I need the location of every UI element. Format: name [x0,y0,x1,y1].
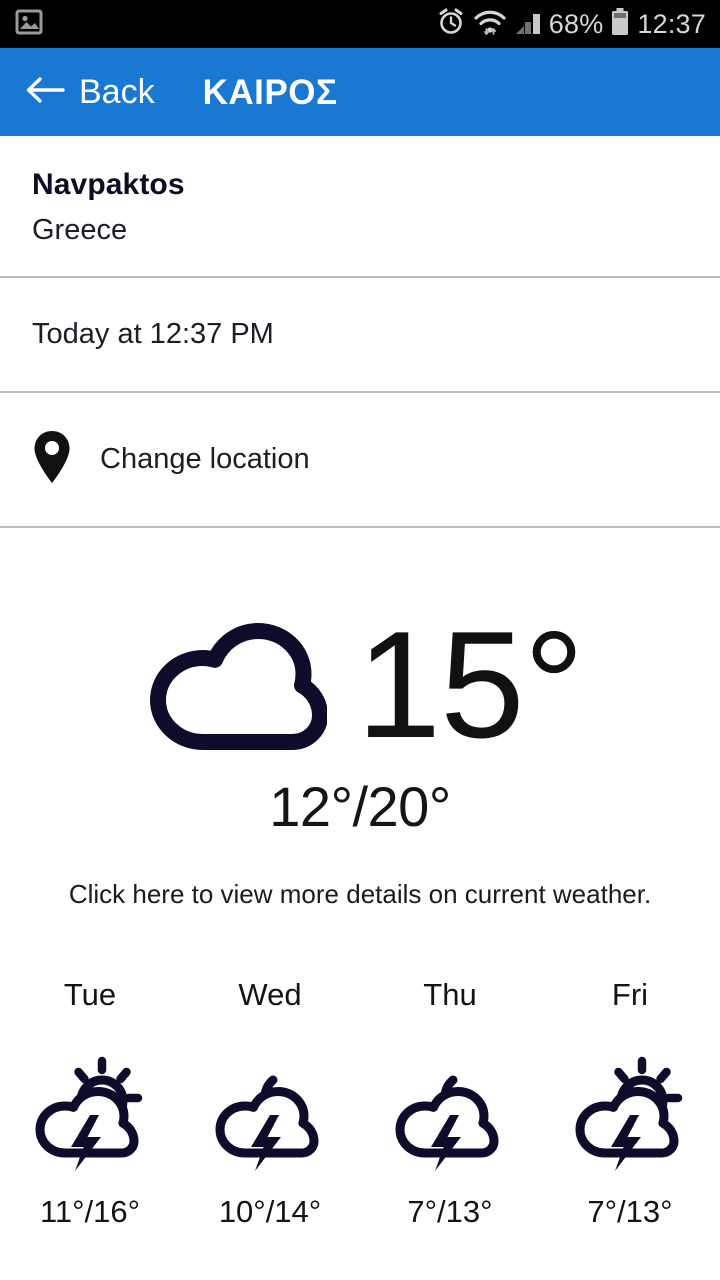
back-label: Back [79,73,155,111]
app-bar: Back ΚΑΙΡΟΣ [0,48,720,136]
forecast-day-label: Tue [63,976,117,1012]
current-weather-section[interactable]: 15° 12°/20° Click here to view more deta… [0,600,720,909]
location-city: Navpaktos [32,168,185,201]
forecast-temps: 7°/13° [587,1193,673,1229]
current-weather-hint: Click here to view more details on curre… [68,878,652,909]
status-bar-right: 68% 12:37 [436,7,706,42]
image-notification-icon [14,9,44,40]
location-country: Greece [32,213,128,246]
moon-cloud-lightning-icon [211,1054,329,1174]
change-location-row[interactable]: Change location [0,393,720,526]
battery-percent-label: 68% [548,8,604,39]
forecast-day-label: Thu [423,976,477,1012]
forecast-day-label: Fri [611,976,649,1012]
forecast-day-fri[interactable]: Fri 7°/13° [540,979,720,1227]
observation-time-row: Today at 12:37 PM [0,278,720,391]
observation-time-label: Today at 12:37 PM [32,317,274,350]
location-row[interactable]: Navpaktos Greece [0,136,720,276]
battery-icon [610,7,630,42]
forecast-day-thu[interactable]: Thu 7°/13° [360,979,540,1227]
status-bar-clock: 12:37 [637,8,706,39]
status-bar: 68% 12:37 [0,0,720,48]
back-button[interactable]: Back [16,69,163,116]
current-temperature: 15° [356,600,585,771]
map-pin-icon [32,429,72,490]
arrow-left-icon [24,73,66,112]
change-location-label: Change location [100,442,310,475]
forecast-day-label: Wed [238,976,302,1012]
page-title: ΚΑΙΡΟΣ [202,72,338,112]
forecast-temps: 7°/13° [407,1193,493,1229]
weather-screen: 68% 12:37 Back ΚΑΙΡΟΣ Navpaktos Greece T… [0,0,720,1280]
current-high-low: 12°/20° [269,774,451,838]
forecast-row: Tue 11°/16° Wed 10°/14° Thu 7°/13° Fri 7… [0,979,720,1227]
cellular-signal-icon [514,8,542,41]
current-weather-main: 15° [0,600,720,771]
sun-cloud-lightning-icon [571,1054,689,1174]
wifi-icon [473,7,507,42]
divider [0,525,720,528]
forecast-temps: 10°/14° [218,1193,322,1229]
moon-cloud-lightning-icon [391,1054,509,1174]
forecast-day-wed[interactable]: Wed 10°/14° [180,979,360,1227]
forecast-day-tue[interactable]: Tue 11°/16° [0,979,180,1227]
status-bar-left [14,9,44,40]
sun-cloud-lightning-icon [31,1054,149,1174]
alarm-clock-icon [436,7,466,42]
forecast-temps: 11°/16° [39,1193,141,1229]
cloud-icon [147,616,328,757]
